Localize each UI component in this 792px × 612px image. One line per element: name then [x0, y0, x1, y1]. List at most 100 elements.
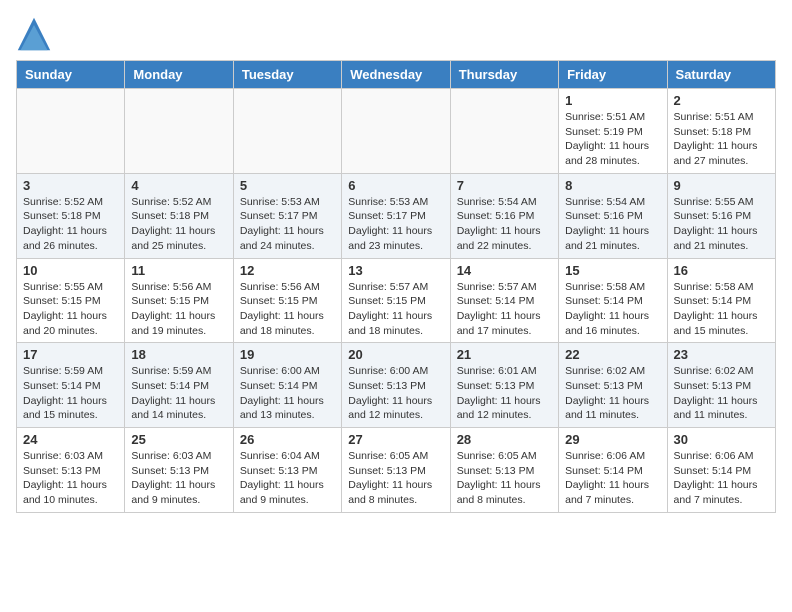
day-number: 22 [565, 347, 660, 362]
day-number: 11 [131, 263, 226, 278]
calendar-cell: 7 Sunrise: 5:54 AM Sunset: 5:16 PM Daylig… [450, 173, 558, 258]
day-info: Sunrise: 5:51 AM Sunset: 5:18 PM Dayligh… [674, 110, 769, 169]
day-info: Sunrise: 6:05 AM Sunset: 5:13 PM Dayligh… [457, 449, 552, 508]
calendar-cell: 21 Sunrise: 6:01 AM Sunset: 5:13 PM Dayli… [450, 343, 558, 428]
day-number: 27 [348, 432, 443, 447]
calendar-week-row: 17 Sunrise: 5:59 AM Sunset: 5:14 PM Dayli… [17, 343, 776, 428]
calendar-day-header: Friday [559, 61, 667, 89]
day-number: 15 [565, 263, 660, 278]
day-info: Sunrise: 5:54 AM Sunset: 5:16 PM Dayligh… [565, 195, 660, 254]
day-number: 17 [23, 347, 118, 362]
day-number: 30 [674, 432, 769, 447]
page-header [16, 16, 776, 52]
calendar-day-header: Monday [125, 61, 233, 89]
day-info: Sunrise: 6:00 AM Sunset: 5:13 PM Dayligh… [348, 364, 443, 423]
calendar-cell: 18 Sunrise: 5:59 AM Sunset: 5:14 PM Dayli… [125, 343, 233, 428]
calendar-day-header: Sunday [17, 61, 125, 89]
calendar-cell: 10 Sunrise: 5:55 AM Sunset: 5:15 PM Dayli… [17, 258, 125, 343]
calendar-cell: 24 Sunrise: 6:03 AM Sunset: 5:13 PM Dayli… [17, 428, 125, 513]
day-number: 19 [240, 347, 335, 362]
day-number: 1 [565, 93, 660, 108]
day-number: 3 [23, 178, 118, 193]
day-info: Sunrise: 5:54 AM Sunset: 5:16 PM Dayligh… [457, 195, 552, 254]
calendar-cell: 29Sunrise: 6:06 AM Sunset: 5:14 PM Dayli… [559, 428, 667, 513]
day-info: Sunrise: 6:01 AM Sunset: 5:13 PM Dayligh… [457, 364, 552, 423]
day-number: 12 [240, 263, 335, 278]
day-number: 16 [674, 263, 769, 278]
calendar-week-row: 24 Sunrise: 6:03 AM Sunset: 5:13 PM Dayli… [17, 428, 776, 513]
day-info: Sunrise: 5:53 AM Sunset: 5:17 PM Dayligh… [240, 195, 335, 254]
calendar-table: SundayMondayTuesdayWednesdayThursdayFrid… [16, 60, 776, 513]
day-info: Sunrise: 5:59 AM Sunset: 5:14 PM Dayligh… [23, 364, 118, 423]
day-info: Sunrise: 6:02 AM Sunset: 5:13 PM Dayligh… [565, 364, 660, 423]
day-number: 8 [565, 178, 660, 193]
day-info: Sunrise: 5:58 AM Sunset: 5:14 PM Dayligh… [565, 280, 660, 339]
day-number: 2 [674, 93, 769, 108]
calendar-day-header: Thursday [450, 61, 558, 89]
day-info: Sunrise: 5:57 AM Sunset: 5:15 PM Dayligh… [348, 280, 443, 339]
day-number: 9 [674, 178, 769, 193]
calendar-cell: 9 Sunrise: 5:55 AM Sunset: 5:16 PM Daylig… [667, 173, 775, 258]
day-number: 18 [131, 347, 226, 362]
day-number: 21 [457, 347, 552, 362]
calendar-cell: 17 Sunrise: 5:59 AM Sunset: 5:14 PM Dayli… [17, 343, 125, 428]
calendar-day-header: Saturday [667, 61, 775, 89]
day-info: Sunrise: 5:57 AM Sunset: 5:14 PM Dayligh… [457, 280, 552, 339]
day-info: Sunrise: 6:06 AM Sunset: 5:14 PM Dayligh… [565, 449, 660, 508]
logo-icon [16, 16, 52, 52]
day-info: Sunrise: 5:59 AM Sunset: 5:14 PM Dayligh… [131, 364, 226, 423]
day-number: 6 [348, 178, 443, 193]
day-info: Sunrise: 5:58 AM Sunset: 5:14 PM Dayligh… [674, 280, 769, 339]
day-info: Sunrise: 6:06 AM Sunset: 5:14 PM Dayligh… [674, 449, 769, 508]
calendar-cell: 13 Sunrise: 5:57 AM Sunset: 5:15 PM Dayli… [342, 258, 450, 343]
day-number: 20 [348, 347, 443, 362]
calendar-cell: 1 Sunrise: 5:51 AM Sunset: 5:19 PM Daylig… [559, 89, 667, 174]
calendar-cell [17, 89, 125, 174]
calendar-cell: 8 Sunrise: 5:54 AM Sunset: 5:16 PM Daylig… [559, 173, 667, 258]
day-info: Sunrise: 6:04 AM Sunset: 5:13 PM Dayligh… [240, 449, 335, 508]
day-number: 25 [131, 432, 226, 447]
calendar-cell [125, 89, 233, 174]
day-number: 26 [240, 432, 335, 447]
day-info: Sunrise: 6:02 AM Sunset: 5:13 PM Dayligh… [674, 364, 769, 423]
logo [16, 16, 58, 52]
day-info: Sunrise: 6:00 AM Sunset: 5:14 PM Dayligh… [240, 364, 335, 423]
day-number: 4 [131, 178, 226, 193]
calendar-week-row: 1 Sunrise: 5:51 AM Sunset: 5:19 PM Daylig… [17, 89, 776, 174]
calendar-cell: 16 Sunrise: 5:58 AM Sunset: 5:14 PM Dayli… [667, 258, 775, 343]
day-number: 24 [23, 432, 118, 447]
calendar-cell [450, 89, 558, 174]
calendar-cell: 22 Sunrise: 6:02 AM Sunset: 5:13 PM Dayli… [559, 343, 667, 428]
calendar-cell: 2 Sunrise: 5:51 AM Sunset: 5:18 PM Daylig… [667, 89, 775, 174]
calendar-cell: 25 Sunrise: 6:03 AM Sunset: 5:13 PM Dayli… [125, 428, 233, 513]
day-info: Sunrise: 5:55 AM Sunset: 5:16 PM Dayligh… [674, 195, 769, 254]
calendar-cell: 11 Sunrise: 5:56 AM Sunset: 5:15 PM Dayli… [125, 258, 233, 343]
calendar-cell: 30 Sunrise: 6:06 AM Sunset: 5:14 PM Dayli… [667, 428, 775, 513]
calendar-header-row: SundayMondayTuesdayWednesdayThursdayFrid… [17, 61, 776, 89]
day-info: Sunrise: 6:03 AM Sunset: 5:13 PM Dayligh… [131, 449, 226, 508]
day-info: Sunrise: 5:52 AM Sunset: 5:18 PM Dayligh… [23, 195, 118, 254]
day-info: Sunrise: 5:56 AM Sunset: 5:15 PM Dayligh… [131, 280, 226, 339]
day-info: Sunrise: 5:51 AM Sunset: 5:19 PM Dayligh… [565, 110, 660, 169]
day-number: 10 [23, 263, 118, 278]
day-info: Sunrise: 5:53 AM Sunset: 5:17 PM Dayligh… [348, 195, 443, 254]
calendar-cell: 14 Sunrise: 5:57 AM Sunset: 5:14 PM Dayli… [450, 258, 558, 343]
day-number: 28 [457, 432, 552, 447]
day-info: Sunrise: 6:03 AM Sunset: 5:13 PM Dayligh… [23, 449, 118, 508]
day-number: 7 [457, 178, 552, 193]
calendar-cell: 27Sunrise: 6:05 AM Sunset: 5:13 PM Dayli… [342, 428, 450, 513]
calendar-week-row: 10 Sunrise: 5:55 AM Sunset: 5:15 PM Dayli… [17, 258, 776, 343]
day-number: 23 [674, 347, 769, 362]
calendar-cell: 19 Sunrise: 6:00 AM Sunset: 5:14 PM Dayli… [233, 343, 341, 428]
calendar-cell [342, 89, 450, 174]
day-info: Sunrise: 5:55 AM Sunset: 5:15 PM Dayligh… [23, 280, 118, 339]
calendar-cell: 28 Sunrise: 6:05 AM Sunset: 5:13 PM Dayli… [450, 428, 558, 513]
day-number: 13 [348, 263, 443, 278]
calendar-cell: 6 Sunrise: 5:53 AM Sunset: 5:17 PM Daylig… [342, 173, 450, 258]
calendar-day-header: Wednesday [342, 61, 450, 89]
calendar-cell: 3 Sunrise: 5:52 AM Sunset: 5:18 PM Daylig… [17, 173, 125, 258]
day-number: 14 [457, 263, 552, 278]
calendar-cell: 23 Sunrise: 6:02 AM Sunset: 5:13 PM Dayli… [667, 343, 775, 428]
calendar-cell: 12Sunrise: 5:56 AM Sunset: 5:15 PM Dayli… [233, 258, 341, 343]
day-number: 5 [240, 178, 335, 193]
